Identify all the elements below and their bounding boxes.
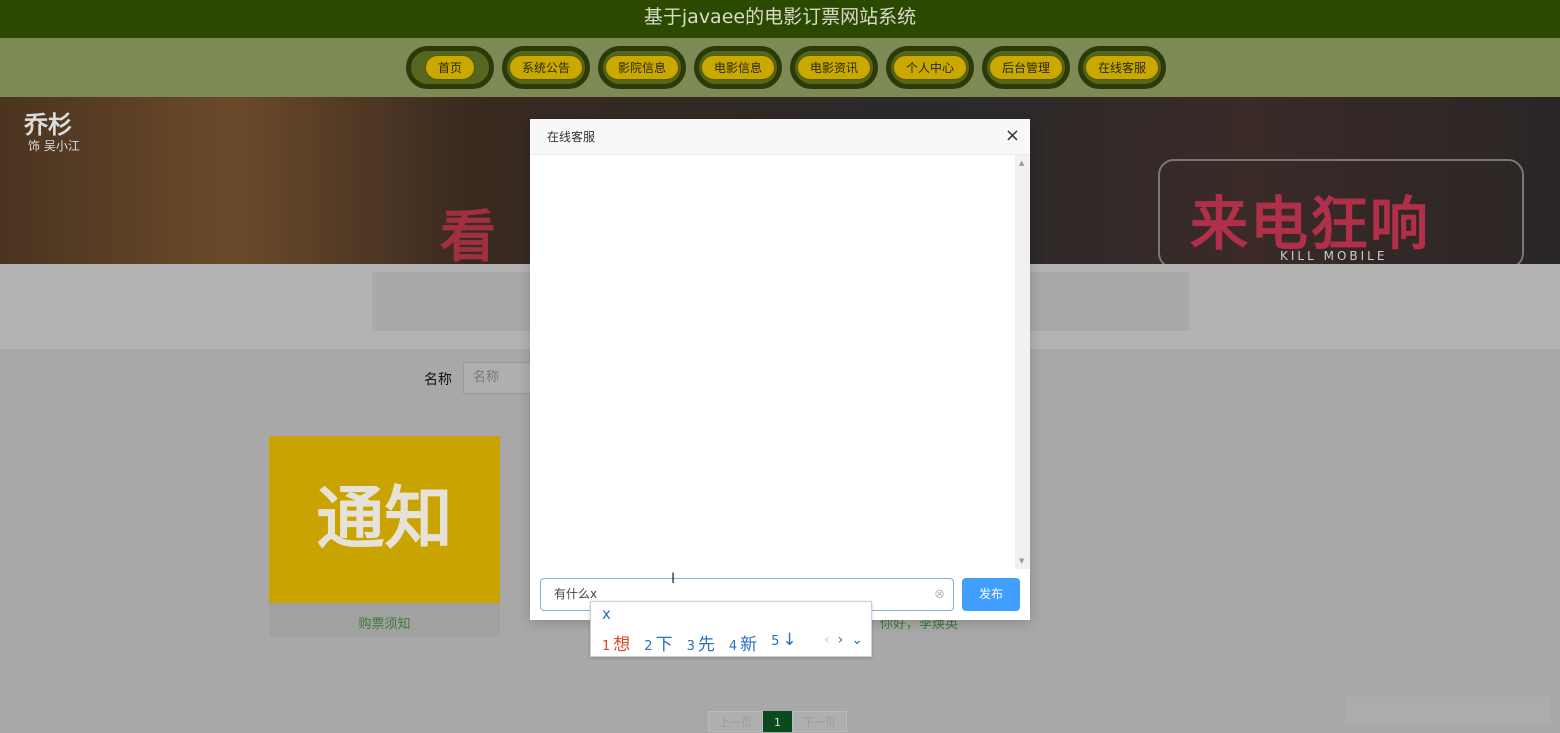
- nav-label: 电影资讯: [796, 55, 871, 80]
- support-chat-dialog: 在线客服 × ▲ ▼ 有什么x ⊗ 发布: [530, 119, 1030, 620]
- send-button[interactable]: 发布: [962, 578, 1020, 611]
- banner-movie-en: KILL MOBILE: [1280, 249, 1388, 263]
- card-title[interactable]: 购票须知: [269, 613, 500, 632]
- corner-panel: [1346, 697, 1550, 724]
- nav-label: 影院信息: [604, 55, 679, 80]
- list-item[interactable]: 通知 购票须知: [269, 436, 500, 637]
- page-1-button[interactable]: 1: [763, 711, 792, 732]
- clear-icon[interactable]: ⊗: [934, 579, 945, 610]
- card-image: 通知: [269, 436, 500, 603]
- search-label: 名称: [424, 372, 452, 388]
- nav-home[interactable]: 首页: [406, 46, 494, 89]
- scroll-up-icon[interactable]: ▲: [1019, 159, 1024, 167]
- nav-label: 首页: [424, 55, 475, 80]
- ime-candidates: 1想 2下 3先 4新 5 ↓: [602, 630, 797, 655]
- pagination: 上一页 1 下一页: [708, 711, 847, 732]
- chevron-down-icon[interactable]: ⌄: [851, 632, 863, 648]
- dialog-title: 在线客服: [530, 119, 1030, 155]
- nav-admin[interactable]: 后台管理: [982, 46, 1070, 89]
- scroll-down-icon[interactable]: ▼: [1019, 557, 1024, 565]
- ime-candidate[interactable]: 3先: [687, 630, 715, 655]
- site-title: 基于javaee的电影订票网站系统: [0, 0, 1560, 38]
- chat-scrollbar[interactable]: ▲ ▼: [1015, 155, 1030, 569]
- banner-slogan: 看: [440, 205, 496, 270]
- nav-cinemas[interactable]: 影院信息: [598, 46, 686, 89]
- nav-label: 系统公告: [508, 55, 583, 80]
- nav-label: 后台管理: [988, 55, 1063, 80]
- nav-label: 电影信息: [700, 55, 775, 80]
- banner-actor: 乔杉: [24, 111, 72, 139]
- banner-role: 饰 吴小江: [28, 139, 80, 153]
- nav-profile[interactable]: 个人中心: [886, 46, 974, 89]
- nav-announcements[interactable]: 系统公告: [502, 46, 590, 89]
- main-nav: 首页 系统公告 影院信息 电影信息 电影资讯 个人中心 后台管理 在线客服: [0, 38, 1560, 97]
- ime-candidate[interactable]: 4新: [729, 630, 757, 655]
- ime-paging: ‹ › ⌄: [824, 632, 863, 648]
- ime-composition: x: [602, 605, 611, 623]
- chevron-right-icon[interactable]: ›: [838, 632, 844, 648]
- message-input-value: 有什么x: [554, 587, 598, 601]
- nav-support[interactable]: 在线客服: [1078, 46, 1166, 89]
- ime-candidate[interactable]: 5 ↓: [771, 630, 797, 655]
- nav-label: 在线客服: [1084, 55, 1159, 80]
- nav-label: 个人中心: [892, 55, 967, 80]
- nav-movies[interactable]: 电影信息: [694, 46, 782, 89]
- close-icon[interactable]: ×: [1005, 127, 1020, 145]
- ime-candidate-popup: x 1想 2下 3先 4新 5 ↓ ‹ › ⌄: [590, 601, 872, 657]
- text-cursor-icon: I: [671, 571, 676, 587]
- ime-candidate[interactable]: 1想: [602, 630, 630, 655]
- next-page-button[interactable]: 下一页: [792, 711, 847, 732]
- nav-news[interactable]: 电影资讯: [790, 46, 878, 89]
- chevron-left-icon[interactable]: ‹: [824, 632, 830, 648]
- ime-candidate[interactable]: 2下: [644, 630, 672, 655]
- prev-page-button[interactable]: 上一页: [708, 711, 763, 732]
